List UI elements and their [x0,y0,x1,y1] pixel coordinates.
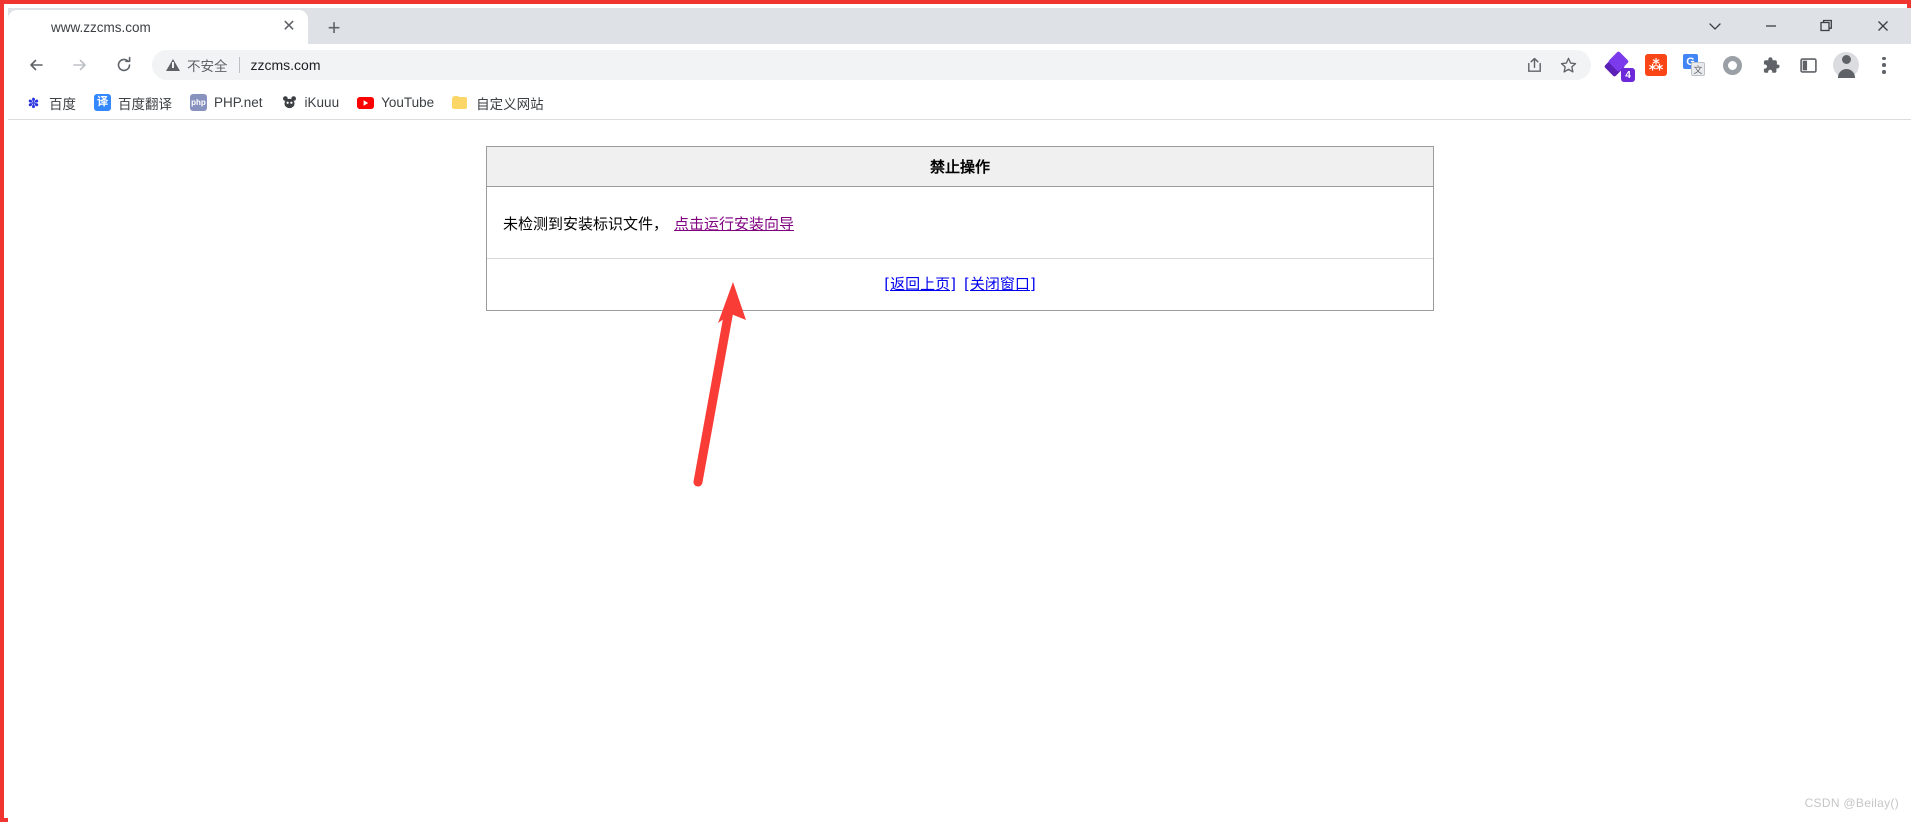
youtube-icon [357,96,375,109]
ring-extension-icon[interactable] [1716,49,1748,81]
bookmark-label: 自定义网站 [476,96,544,112]
ikuuu-icon [281,94,298,111]
php-icon: php [190,94,207,111]
dialog-footer: [返回上页] [关闭窗口] [487,258,1433,310]
profile-avatar[interactable] [1830,49,1862,81]
folder-icon [452,95,469,110]
bookmark-star-icon[interactable] [1555,52,1581,78]
reload-button[interactable] [107,48,141,82]
bookmark-baidu-translate[interactable]: 译 百度翻译 [86,90,180,116]
csdn-watermark: CSDN @Beilay() [1804,796,1899,810]
browser-tab-active[interactable]: www.zzcms.com ✕ [8,10,308,44]
bookmark-label: 百度 [49,96,76,112]
forward-button[interactable] [63,48,97,82]
dialog-title: 禁止操作 [929,158,990,176]
bookmark-folder-custom-sites[interactable]: 自定义网站 [444,90,552,116]
security-status-chip[interactable]: 不安全 [166,55,251,75]
url-text: zzcms.com [250,57,321,73]
window-controls [1687,8,1911,44]
baidu-paw-icon: ✽ [27,94,40,111]
bookmark-ikuuu[interactable]: iKuuu [273,90,348,116]
side-panel-icon[interactable] [1792,49,1824,81]
orange-extension-icon[interactable]: ⁂ [1640,49,1672,81]
minimize-button[interactable] [1743,8,1799,44]
bookmark-label: 百度翻译 [118,96,172,112]
browser-toolbar: 不安全 zzcms.com 4 ⁂ G 文 [8,44,1911,86]
close-window-link[interactable]: [关闭窗口] [964,275,1036,293]
new-tab-button[interactable]: + [320,14,348,42]
security-status-text: 不安全 [187,59,228,74]
layers-extension-icon[interactable]: 4 [1602,49,1635,82]
tab-title: www.zzcms.com [51,19,151,35]
toolbar-extension-icons: 4 ⁂ G 文 [1599,49,1905,82]
baidu-translate-icon: 译 [94,94,111,111]
extensions-puzzle-icon[interactable] [1754,49,1786,81]
maximize-button[interactable] [1799,8,1855,44]
bookmark-label: iKuuu [304,95,340,110]
warning-triangle-icon [166,59,180,71]
google-translate-icon[interactable]: G 文 [1678,49,1710,81]
run-install-wizard-link[interactable]: 点击运行安装向导 [674,215,794,233]
dialog-body: 未检测到安装标识文件， 点击运行安装向导 [487,187,1433,258]
extension-badge-count: 4 [1621,68,1635,82]
bookmark-baidu[interactable]: ✽ 百度 [17,90,84,116]
back-button[interactable] [19,48,53,82]
close-button[interactable] [1855,8,1911,44]
address-bar[interactable]: 不安全 zzcms.com [152,50,1591,80]
bookmarks-bar: ✽ 百度 译 百度翻译 php PHP.net iKuuu YouTube 自定… [8,86,1911,120]
dialog-message-text: 未检测到安装标识文件， [503,215,669,233]
omnibox-actions [1517,50,1585,80]
divider [238,57,240,73]
bookmark-label: PHP.net [214,95,263,110]
bookmark-label: YouTube [381,95,435,110]
zzcms-message-dialog: 禁止操作 未检测到安装标识文件， 点击运行安装向导 [返回上页] [关闭窗口] [486,146,1434,311]
share-icon[interactable] [1521,52,1547,78]
chrome-menu-icon[interactable] [1868,49,1900,81]
close-icon[interactable]: ✕ [278,16,300,38]
tab-search-button[interactable] [1687,8,1743,44]
tab-strip: www.zzcms.com ✕ + [8,8,1911,44]
screenshot-red-frame: www.zzcms.com ✕ + 不安全 zzcms.com 4 ⁂ G 文 … [0,0,1911,822]
dialog-header: 禁止操作 [487,147,1433,187]
back-link[interactable]: [返回上页] [884,275,956,293]
translate-sub-glyph: 文 [1691,62,1705,76]
bookmark-youtube[interactable]: YouTube [349,90,442,116]
chrome-browser-window: www.zzcms.com ✕ + 不安全 zzcms.com 4 ⁂ G 文 … [8,8,1911,822]
bookmark-php-net[interactable]: php PHP.net [182,90,271,116]
globe-icon [22,19,39,36]
page-viewport: 禁止操作 未检测到安装标识文件， 点击运行安装向导 [返回上页] [关闭窗口] CS… [8,120,1911,818]
